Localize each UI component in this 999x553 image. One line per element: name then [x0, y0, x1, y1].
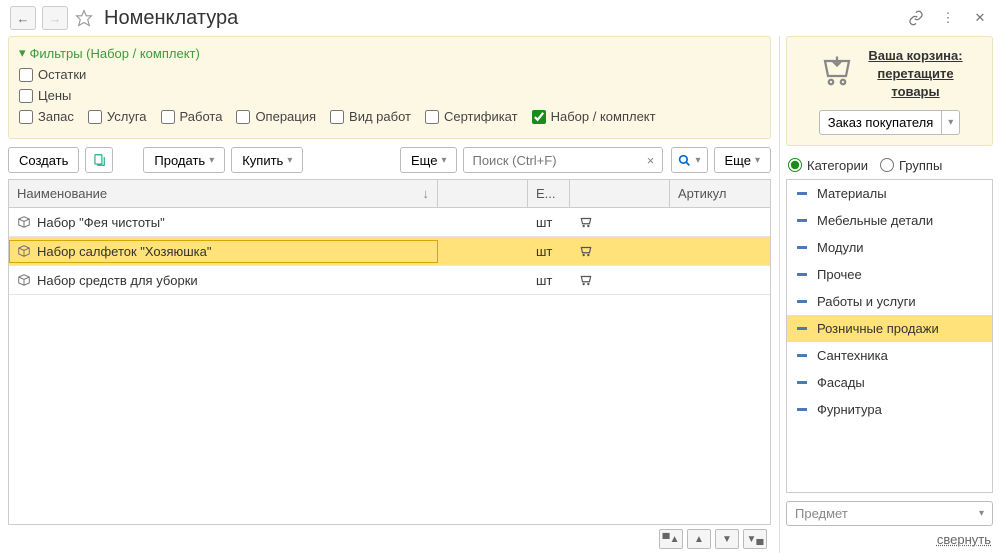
item-unit: шт [528, 211, 570, 234]
link-icon[interactable] [907, 9, 925, 27]
page-up-button[interactable]: ▲ [687, 529, 711, 549]
buy-button[interactable]: Купить▾ [231, 147, 303, 173]
filter-set-checkbox[interactable] [532, 110, 546, 124]
search-input[interactable] [463, 147, 663, 173]
box-icon [17, 273, 31, 287]
category-item[interactable]: Прочее [787, 261, 992, 288]
filter-worktype-checkbox[interactable] [330, 110, 344, 124]
item-name: Набор "Фея чистоты" [37, 215, 165, 230]
item-name: Набор средств для уборки [37, 273, 198, 288]
category-label: Работы и услуги [817, 294, 916, 309]
box-icon [17, 244, 31, 258]
column-cart-header[interactable] [570, 180, 670, 207]
category-item[interactable]: Розничные продажи [787, 315, 992, 342]
more-button-2[interactable]: Еще▾ [714, 147, 771, 173]
category-dash-icon [797, 219, 807, 222]
items-grid: Наименование↓ Е... Артикул Набор "Фея чи… [8, 179, 771, 525]
filter-prices-checkbox[interactable] [19, 89, 33, 103]
item-name: Набор салфеток "Хозяюшка" [37, 244, 212, 259]
add-to-cart-icon[interactable] [578, 273, 594, 287]
nav-forward-button[interactable]: → [42, 6, 68, 30]
category-label: Мебельные детали [817, 213, 933, 228]
customer-order-button[interactable]: Заказ покупателя [819, 110, 943, 135]
category-dash-icon [797, 327, 807, 330]
item-unit: шт [528, 269, 570, 292]
item-unit: шт [528, 240, 570, 263]
customer-order-dropdown[interactable]: ▾ [942, 110, 960, 135]
category-item[interactable]: Сантехника [787, 342, 992, 369]
category-dash-icon [797, 354, 807, 357]
close-icon[interactable]: ✕ [971, 9, 989, 27]
kebab-menu-icon[interactable]: ⋮ [939, 9, 957, 27]
category-item[interactable]: Модули [787, 234, 992, 261]
category-label: Прочее [817, 267, 862, 282]
column-name-header[interactable]: Наименование↓ [9, 180, 438, 207]
category-dash-icon [797, 192, 807, 195]
create-copy-button[interactable] [85, 147, 113, 173]
category-item[interactable]: Материалы [787, 180, 992, 207]
table-row[interactable]: Набор средств для уборки шт [9, 266, 770, 295]
column-unit-header[interactable]: Е... [528, 180, 570, 207]
category-dash-icon [797, 408, 807, 411]
category-list: Материалы Мебельные детали Модули Прочее Раб… [786, 179, 993, 493]
view-groups-radio[interactable] [880, 158, 894, 172]
cart-icon [816, 52, 858, 96]
category-label: Модули [817, 240, 864, 255]
collapse-link[interactable]: свернуть [937, 532, 991, 547]
filter-certificate-checkbox[interactable] [425, 110, 439, 124]
category-dash-icon [797, 300, 807, 303]
subject-select[interactable]: Предмет ▾ [786, 501, 993, 526]
add-to-cart-icon[interactable] [578, 244, 594, 258]
cart-link[interactable]: Ваша корзина: перетащите товары [868, 47, 962, 102]
column-article-header[interactable]: Артикул [670, 180, 770, 207]
more-button-1[interactable]: Еще▾ [400, 147, 457, 173]
favorite-star-icon[interactable] [74, 8, 94, 28]
view-categories-radio[interactable] [788, 158, 802, 172]
page-down-button[interactable]: ▼ [715, 529, 739, 549]
filter-stock-checkbox[interactable] [19, 110, 33, 124]
column-blank-header[interactable] [438, 180, 528, 207]
category-label: Фурнитура [817, 402, 882, 417]
category-item[interactable]: Фасады [787, 369, 992, 396]
create-button[interactable]: Создать [8, 147, 79, 173]
category-item[interactable]: Мебельные детали [787, 207, 992, 234]
chevron-down-icon: ▾ [979, 508, 984, 519]
sell-button[interactable]: Продать▾ [143, 147, 225, 173]
page-title: Номенклатура [104, 7, 238, 30]
table-row[interactable]: Набор салфеток "Хозяюшка" шт [9, 237, 770, 266]
category-item[interactable]: Фурнитура [787, 396, 992, 423]
category-label: Фасады [817, 375, 865, 390]
box-icon [17, 215, 31, 229]
table-row[interactable]: Набор "Фея чистоты" шт [9, 208, 770, 237]
category-label: Материалы [817, 186, 887, 201]
filter-toggle[interactable]: ▾ Фильтры (Набор / комплект) [19, 45, 760, 61]
add-to-cart-icon[interactable] [578, 215, 594, 229]
category-label: Сантехника [817, 348, 888, 363]
category-item[interactable]: Работы и услуги [787, 288, 992, 315]
category-dash-icon [797, 381, 807, 384]
sort-asc-icon: ↓ [423, 186, 430, 201]
category-dash-icon [797, 246, 807, 249]
filter-remains-checkbox[interactable] [19, 68, 33, 82]
category-label: Розничные продажи [817, 321, 939, 336]
filter-operation-checkbox[interactable] [236, 110, 250, 124]
cart-panel: Ваша корзина: перетащите товары Заказ по… [786, 36, 993, 146]
page-first-button[interactable]: ▀▲ [659, 529, 683, 549]
filter-panel: ▾ Фильтры (Набор / комплект) Остатки Цен… [8, 36, 771, 139]
chevron-down-icon: ▾ [19, 45, 26, 61]
nav-back-button[interactable]: ← [10, 6, 36, 30]
category-dash-icon [797, 273, 807, 276]
filter-service-checkbox[interactable] [88, 110, 102, 124]
search-clear-icon[interactable]: × [641, 153, 659, 168]
page-last-button[interactable]: ▼▄ [743, 529, 767, 549]
search-button[interactable]: ▾ [671, 147, 707, 173]
filter-work-checkbox[interactable] [161, 110, 175, 124]
